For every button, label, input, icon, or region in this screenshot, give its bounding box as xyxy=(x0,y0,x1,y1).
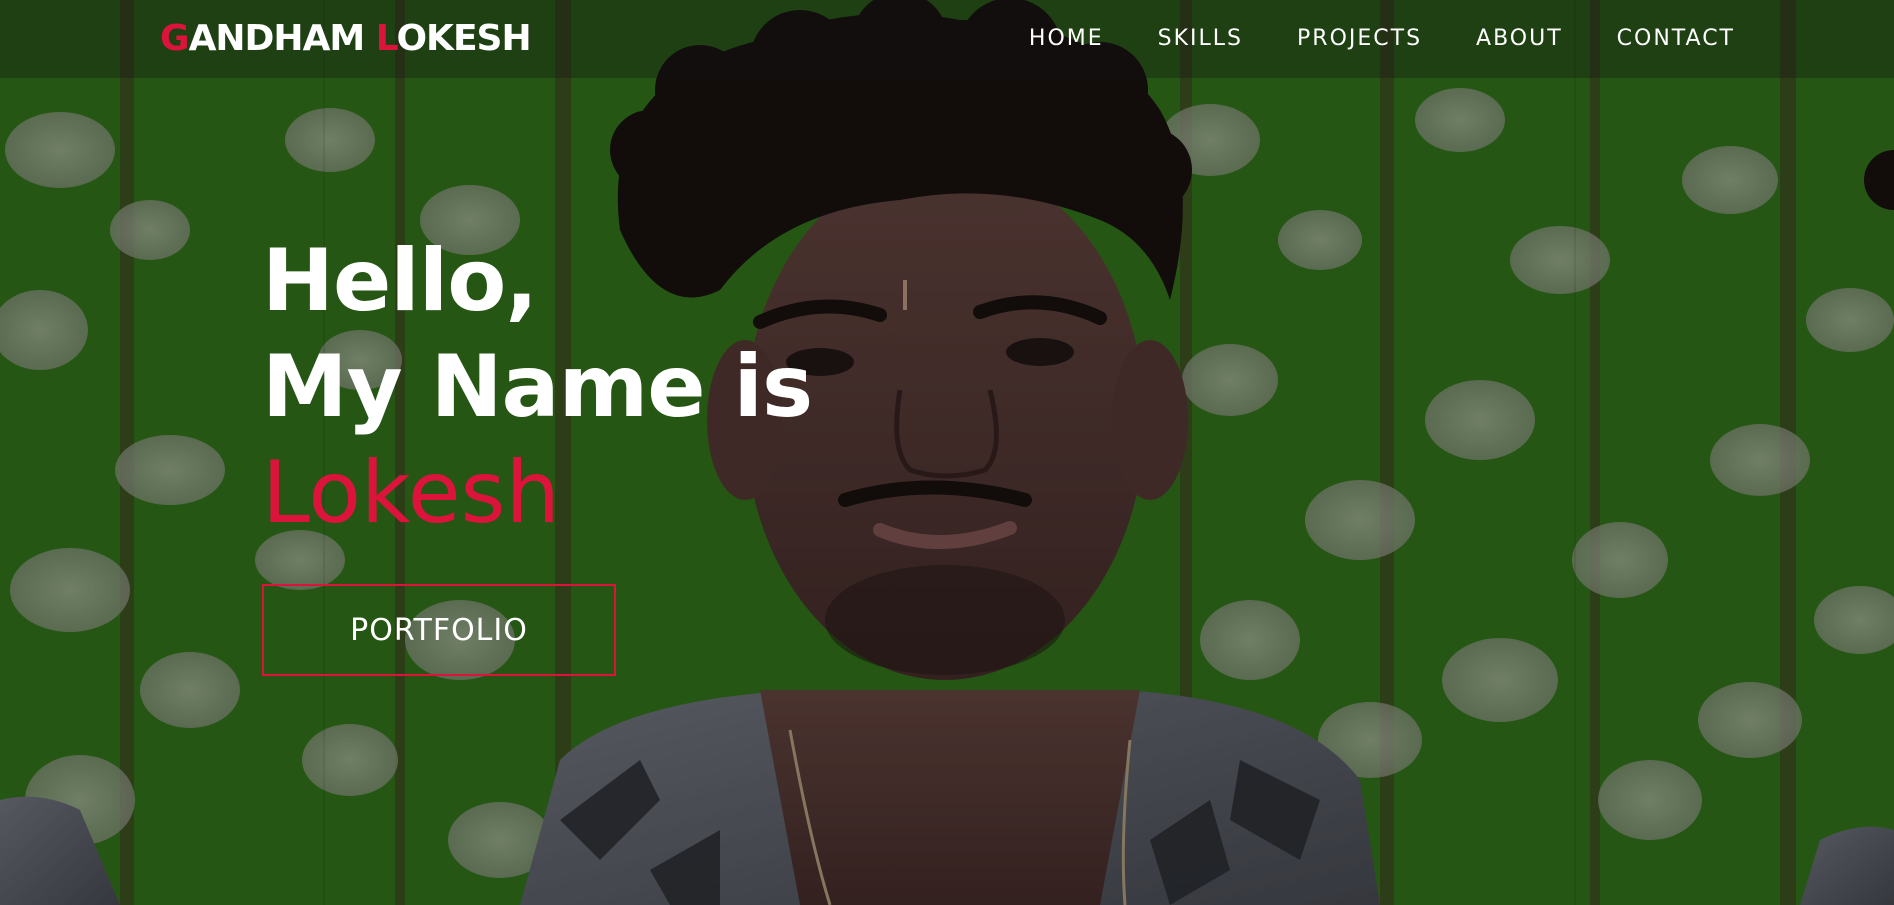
hero-section: Hello, My Name is Lokesh PORTFOLIO xyxy=(262,228,813,676)
portfolio-button[interactable]: PORTFOLIO xyxy=(262,584,616,676)
hero-greeting: Hello, xyxy=(262,231,538,331)
nav-link-home[interactable]: HOME xyxy=(1029,22,1104,56)
nav-item-home: HOME xyxy=(1029,22,1104,56)
nav-item-skills: SKILLS xyxy=(1158,22,1243,56)
nav-link-projects[interactable]: PROJECTS xyxy=(1297,22,1422,56)
nav-item-about: ABOUT xyxy=(1476,22,1563,56)
top-navbar: GANDHAM LOKESH HOME SKILLS PROJECTS ABOU… xyxy=(0,0,1894,78)
logo-last-initial: L xyxy=(375,18,398,59)
logo-first-rest: ANDHAM xyxy=(188,18,376,59)
hero-intro: My Name is xyxy=(262,337,813,437)
hero-name: Lokesh xyxy=(262,443,560,543)
site-logo[interactable]: GANDHAM LOKESH xyxy=(160,18,532,60)
nav-item-contact: CONTACT xyxy=(1617,22,1735,56)
nav-item-projects: PROJECTS xyxy=(1297,22,1422,56)
nav-link-contact[interactable]: CONTACT xyxy=(1617,22,1735,56)
main-nav: HOME SKILLS PROJECTS ABOUT CONTACT xyxy=(1029,22,1735,56)
nav-link-skills[interactable]: SKILLS xyxy=(1158,22,1243,56)
logo-last-rest: OKESH xyxy=(396,18,531,59)
portfolio-page: GANDHAM LOKESH HOME SKILLS PROJECTS ABOU… xyxy=(0,0,1894,905)
nav-link-about[interactable]: ABOUT xyxy=(1476,22,1563,56)
logo-first-initial: G xyxy=(160,18,190,59)
